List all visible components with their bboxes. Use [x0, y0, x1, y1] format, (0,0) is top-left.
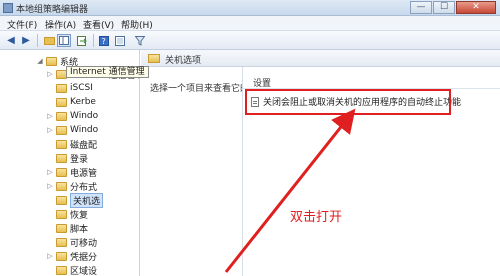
properties-icon[interactable]	[113, 34, 127, 47]
expand-icon[interactable]: ▷	[46, 252, 54, 260]
menu-bar: 文件(F) 操作(A) 查看(V) 帮助(H)	[0, 16, 500, 31]
menu-help[interactable]: 帮助(H)	[121, 18, 153, 31]
menu-file[interactable]: 文件(F)	[7, 18, 37, 31]
expand-icon[interactable]: ▷	[46, 112, 54, 120]
folder-icon	[56, 265, 67, 275]
folder-icon	[56, 237, 67, 247]
app-icon	[3, 3, 13, 13]
folder-icon	[56, 97, 67, 107]
folder-icon	[56, 83, 67, 93]
details-header: 关机选项	[141, 50, 500, 67]
tree-tooltip: Internet 通信管理	[66, 66, 149, 78]
folder-icon	[56, 223, 67, 233]
tree-item[interactable]: Kerbe	[46, 95, 96, 109]
tree-item[interactable]: 恢复	[46, 207, 88, 221]
tree-item[interactable]: iSCSI	[46, 81, 93, 95]
minimize-button[interactable]: —	[410, 1, 432, 14]
column-header-setting[interactable]: 设置	[243, 74, 500, 89]
export-icon[interactable]	[75, 34, 89, 47]
title-bar: 本地组策略编辑器 — ☐ ✕	[0, 0, 500, 16]
expand-icon[interactable]: ▷	[46, 70, 54, 78]
folder-icon	[56, 167, 67, 177]
tree-item[interactable]: ▷ 分布式	[46, 179, 97, 193]
highlight-box	[245, 89, 451, 115]
details-title: 关机选项	[165, 56, 202, 66]
forward-arrow-icon[interactable]: ▶	[19, 34, 33, 47]
toolbar-separator	[93, 34, 94, 47]
tree-item[interactable]: 区域设	[46, 263, 97, 276]
tree-item[interactable]: 可移动	[46, 235, 97, 249]
tree-item[interactable]: ▷ 电源管	[46, 165, 97, 179]
tree-item[interactable]: 脚本	[46, 221, 88, 235]
folder-icon	[56, 209, 67, 219]
window-title: 本地组策略编辑器	[16, 5, 89, 15]
menu-action[interactable]: 操作(A)	[45, 18, 76, 31]
expand-icon[interactable]: ▷	[46, 168, 54, 176]
close-button[interactable]: ✕	[456, 1, 496, 14]
help-icon[interactable]: ?	[97, 34, 111, 47]
folder-icon	[56, 139, 67, 149]
tree-item[interactable]: 登录	[46, 151, 88, 165]
expand-icon[interactable]: ▷	[46, 126, 54, 134]
folder-icon	[56, 111, 67, 121]
tree-item-shutdown-options[interactable]: 关机选	[46, 192, 104, 208]
toolbar-separator	[37, 34, 38, 47]
back-arrow-icon[interactable]: ◀	[4, 34, 18, 47]
window-controls: — ☐ ✕	[409, 1, 496, 15]
description-pane: 选择一个项目来查看它的描述。	[141, 67, 276, 276]
folder-icon	[56, 125, 67, 135]
folder-icon	[56, 153, 67, 163]
collapse-icon[interactable]: ◢	[36, 57, 44, 65]
policy-tree: ◢ 系统 ▷Internet 通信管理 iSCSI Kerbe ▷Windo ▷…	[0, 50, 140, 276]
folder-icon	[148, 54, 160, 63]
toolbar: ◀ ▶ ?	[0, 31, 500, 50]
tree-item[interactable]: ▷ Windo	[46, 123, 98, 137]
menu-view[interactable]: 查看(V)	[83, 18, 114, 31]
svg-text:?: ?	[102, 37, 106, 46]
tree-item[interactable]: ▷ Windo	[46, 109, 98, 123]
folder-icon	[56, 251, 67, 261]
tree-item[interactable]: ▷ 凭据分	[46, 249, 97, 263]
expand-icon[interactable]: ▷	[46, 182, 54, 190]
maximize-button[interactable]: ☐	[433, 1, 455, 14]
folder-icon	[56, 195, 67, 205]
annotation-text: 双击打开	[290, 210, 343, 225]
folder-icon	[56, 181, 67, 191]
folder-icon	[46, 56, 57, 66]
show-hide-tree-icon[interactable]	[57, 34, 71, 47]
filter-icon[interactable]	[133, 34, 147, 47]
tree-item[interactable]: 磁盘配	[46, 137, 97, 151]
folder-up-icon[interactable]	[42, 34, 56, 47]
